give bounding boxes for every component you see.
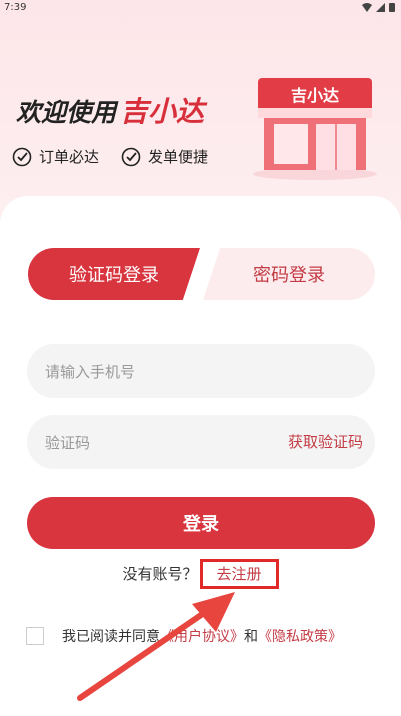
feature-label: 发单便捷 xyxy=(148,148,209,166)
status-time: 7:39 xyxy=(4,2,27,13)
phone-input[interactable] xyxy=(43,344,277,400)
agreement-row: 我已阅读并同意 《用户协议》 和 《隐私政策》 xyxy=(26,626,342,646)
tab-sms-login[interactable]: 验证码登录 xyxy=(28,248,200,300)
code-input[interactable] xyxy=(43,415,277,471)
code-field-container: 获取验证码 xyxy=(27,415,375,471)
user-agreement-link[interactable]: 《用户协议》 xyxy=(160,626,244,646)
feature-row: 订单必达 发单便捷 xyxy=(12,146,208,167)
agreement-prefix: 我已阅读并同意 xyxy=(62,629,160,645)
brand-name: 吉小达 xyxy=(120,95,205,128)
hero-title: 欢迎使用 吉小达 xyxy=(16,90,204,130)
feature-send: 发单便捷 xyxy=(121,146,208,167)
welcome-text: 欢迎使用 xyxy=(16,98,117,127)
shop-sign: 吉小达 xyxy=(290,86,339,105)
register-row: 没有账号？ 去注册 xyxy=(0,559,401,589)
tab-password-login[interactable]: 密码登录 xyxy=(203,248,375,300)
status-icons xyxy=(362,2,395,12)
shop-illustration: 吉小达 xyxy=(250,70,380,180)
agreement-and: 和 xyxy=(244,629,258,645)
agreement-checkbox[interactable] xyxy=(26,627,44,645)
register-link[interactable]: 去注册 xyxy=(199,559,279,589)
phone-field-container xyxy=(27,344,375,400)
privacy-policy-link[interactable]: 《隐私政策》 xyxy=(258,626,342,646)
feature-label: 订单必达 xyxy=(39,148,100,166)
status-bar: 7:39 xyxy=(0,0,401,18)
battery-icon xyxy=(389,3,395,12)
signal-icon xyxy=(376,2,385,12)
login-button[interactable]: 登录 xyxy=(27,497,375,549)
check-circle-icon xyxy=(12,147,32,166)
feature-order: 订单必达 xyxy=(12,146,99,167)
get-code-button[interactable]: 获取验证码 xyxy=(288,415,363,469)
check-circle-icon xyxy=(121,147,141,166)
register-prompt: 没有账号？ xyxy=(122,565,198,583)
wifi-icon xyxy=(362,2,372,12)
